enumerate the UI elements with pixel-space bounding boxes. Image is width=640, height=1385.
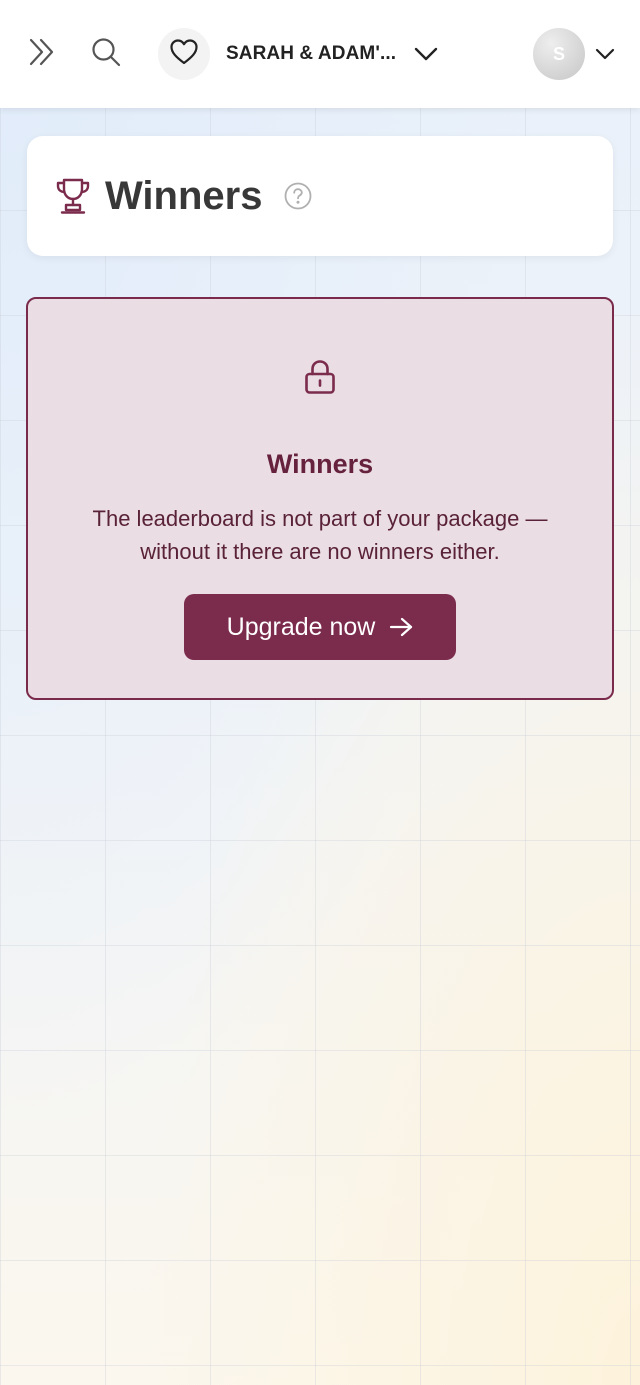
page-header-card: Winners <box>27 136 613 256</box>
profile-menu[interactable]: S <box>533 28 615 80</box>
event-selector[interactable]: SARAH & ADAM'... <box>158 28 438 80</box>
expand-sidebar-button[interactable] <box>22 34 62 74</box>
upgrade-button-label: Upgrade now <box>226 612 376 641</box>
chevron-down-icon <box>414 47 438 61</box>
lock-icon <box>304 359 336 395</box>
locked-feature-description: The leaderboard is not part of your pack… <box>92 506 548 564</box>
search-button[interactable] <box>86 34 126 74</box>
heart-icon <box>170 38 198 70</box>
locked-feature-card: Winners The leaderboard is not part of y… <box>26 297 614 700</box>
event-avatar <box>158 28 210 80</box>
top-header: SARAH & ADAM'... S <box>0 0 640 108</box>
double-chevron-right-icon <box>27 37 57 72</box>
avatar: S <box>533 28 585 80</box>
chevron-down-icon <box>595 48 615 60</box>
trophy-icon <box>55 177 91 215</box>
arrow-right-icon <box>389 617 413 637</box>
locked-feature-title: Winners <box>266 449 374 479</box>
event-name: SARAH & ADAM'... <box>226 43 397 64</box>
question-circle-icon[interactable] <box>284 182 312 210</box>
page-title: Winners <box>105 173 263 218</box>
upgrade-now-button[interactable]: Upgrade now <box>184 594 456 660</box>
search-icon <box>91 37 121 72</box>
